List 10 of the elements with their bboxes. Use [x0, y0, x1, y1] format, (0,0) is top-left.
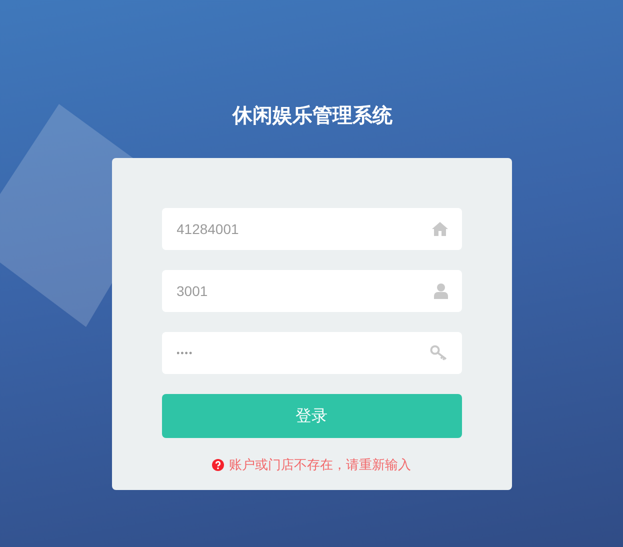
input-field[interactable]: 3001: [162, 270, 462, 312]
key-icon: [430, 345, 448, 361]
question-icon: [212, 459, 224, 471]
input-field[interactable]: 41284001: [162, 208, 462, 250]
login-button[interactable]: 登录: [162, 394, 462, 438]
house-icon: [432, 222, 448, 236]
input-field[interactable]: ••••: [162, 332, 462, 374]
person-icon: [434, 283, 448, 299]
error-message: 账户或门店不存在，请重新输入: [229, 457, 411, 474]
page-title: 休闲娱乐管理系统: [231, 102, 392, 129]
